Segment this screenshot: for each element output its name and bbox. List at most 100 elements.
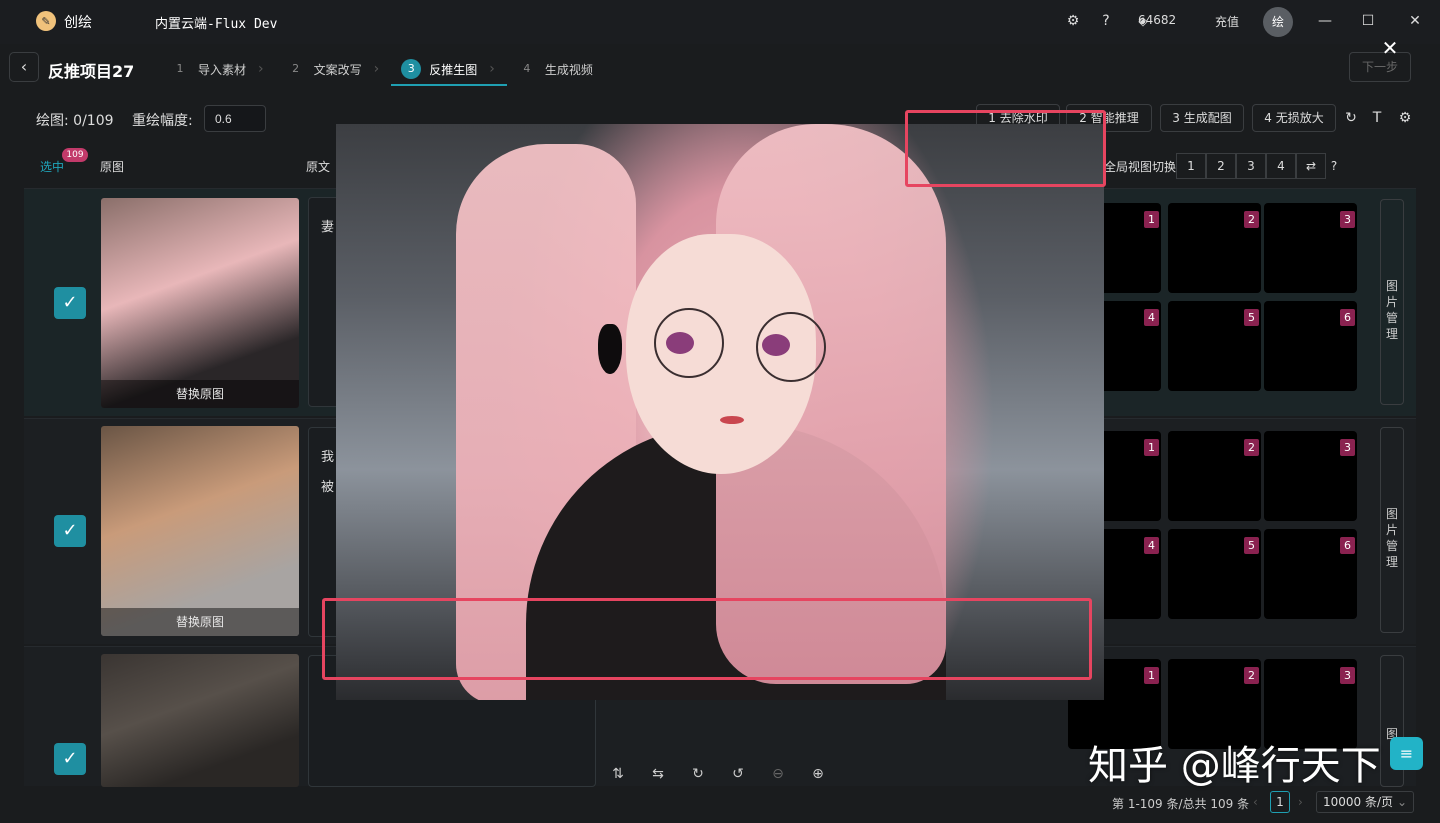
- image-manage-char: 片: [1385, 523, 1398, 537]
- credits-count: 64682: [1138, 13, 1177, 27]
- step-number: 4: [523, 62, 531, 75]
- step-tabs: 1 导入素材 › 2 文案改写 › 3 反推生图 › 4 生成视频: [160, 52, 605, 86]
- image-manage-char: 图: [1385, 279, 1398, 293]
- cell-number: 2: [1244, 667, 1259, 684]
- cell-number: 1: [1144, 439, 1159, 456]
- highlight-box-top: [905, 110, 1106, 187]
- rotate-left-icon[interactable]: ↺: [728, 764, 748, 784]
- cell-number: 3: [1340, 439, 1355, 456]
- replace-original-button[interactable]: 替换原图: [101, 380, 299, 408]
- cell-number: 2: [1244, 211, 1259, 228]
- highlight-box-bottom: [322, 598, 1092, 680]
- help-circle-icon[interactable]: ?: [1324, 156, 1344, 176]
- col-original: 原图: [100, 160, 125, 174]
- generate-image-button[interactable]: 3 生成配图: [1160, 104, 1244, 132]
- view-option-1[interactable]: 1: [1176, 153, 1206, 179]
- swap-view-icon[interactable]: ⇄: [1296, 153, 1326, 179]
- image-manage-button[interactable]: 图 片 管 理: [1380, 199, 1404, 405]
- chevron-left-icon: ‹: [20, 57, 28, 76]
- window-close-icon[interactable]: ✕: [1404, 10, 1426, 32]
- image-manage-char: 图: [1385, 507, 1398, 521]
- step-rewrite[interactable]: 2 文案改写 ›: [276, 52, 392, 86]
- image-manage-button[interactable]: 图 片 管 理: [1380, 427, 1404, 633]
- image-manage-char: 理: [1385, 555, 1398, 569]
- view-option-3[interactable]: 3: [1236, 153, 1266, 179]
- selected-count-badge: 109: [62, 148, 88, 162]
- global-view-switch-label: 全局视图切换: [1104, 160, 1177, 174]
- cell-number: 1: [1144, 211, 1159, 228]
- grid-cell[interactable]: 2: [1168, 431, 1261, 521]
- step-label: 文案改写: [313, 62, 362, 77]
- grid-cell[interactable]: 6: [1264, 529, 1357, 619]
- project-title: 反推项目27: [48, 62, 135, 81]
- row-checkbox[interactable]: ✓: [54, 287, 86, 319]
- grid-cell[interactable]: 5: [1168, 301, 1261, 391]
- cell-number: 3: [1340, 211, 1355, 228]
- close-preview-icon[interactable]: ✕: [1380, 38, 1400, 58]
- text-fragment: 被: [321, 480, 335, 495]
- page-size-value: 10000 条/页: [1323, 795, 1394, 809]
- original-image[interactable]: 替换原图: [101, 426, 299, 636]
- avatar[interactable]: 绘: [1263, 7, 1293, 37]
- menu-list-icon[interactable]: ≡: [1390, 737, 1423, 770]
- original-image[interactable]: [101, 654, 299, 787]
- current-page[interactable]: 1: [1270, 791, 1290, 813]
- zoom-out-icon[interactable]: ⊖: [768, 764, 788, 784]
- cell-number: 3: [1340, 667, 1355, 684]
- zoom-in-icon[interactable]: ⊕: [808, 764, 828, 784]
- app-logo-icon: ✎: [36, 11, 56, 31]
- cell-number: 2: [1244, 439, 1259, 456]
- rotate-right-icon[interactable]: ↻: [688, 764, 708, 784]
- refresh-icon[interactable]: ↻: [1341, 108, 1361, 128]
- cell-number: 5: [1244, 309, 1259, 326]
- original-image[interactable]: 替换原图: [101, 198, 299, 408]
- recharge-button[interactable]: 充值: [1215, 13, 1239, 30]
- prev-page-icon[interactable]: ‹: [1253, 795, 1258, 809]
- flip-vertical-icon[interactable]: ⇅: [608, 764, 628, 784]
- image-manage-char: 管: [1385, 539, 1398, 553]
- cell-number: 5: [1244, 537, 1259, 554]
- preview-toolbar: ⇅ ⇆ ↻ ↺ ⊖ ⊕: [608, 764, 828, 784]
- flip-horizontal-icon[interactable]: ⇆: [648, 764, 668, 784]
- step-video[interactable]: 4 生成视频: [507, 52, 605, 86]
- chevron-down-icon: ⌄: [1396, 795, 1407, 809]
- chevron-right-icon: ›: [489, 61, 495, 77]
- step-import[interactable]: 1 导入素材 ›: [160, 52, 276, 86]
- preview-earring: [598, 324, 622, 374]
- row-checkbox[interactable]: ✓: [54, 743, 86, 775]
- step-reverse-image[interactable]: 3 反推生图 ›: [391, 52, 507, 86]
- cell-number: 1: [1144, 667, 1159, 684]
- maximize-icon[interactable]: ☐: [1357, 10, 1379, 32]
- grid-cell[interactable]: 3: [1264, 431, 1357, 521]
- text-fragment: 我: [321, 450, 335, 465]
- redraw-strength-input[interactable]: [204, 105, 266, 132]
- settings-gear-icon[interactable]: ⚙: [1064, 12, 1082, 30]
- col-selected[interactable]: 选中: [40, 158, 64, 175]
- upscale-button[interactable]: 4 无损放大: [1252, 104, 1336, 132]
- grid-cell[interactable]: 2: [1168, 203, 1261, 293]
- row-checkbox[interactable]: ✓: [54, 515, 86, 547]
- page-size-select[interactable]: 10000 条/页 ⌄: [1316, 791, 1414, 813]
- view-option-2[interactable]: 2: [1206, 153, 1236, 179]
- view-option-4[interactable]: 4: [1266, 153, 1296, 179]
- minimize-icon[interactable]: —: [1314, 10, 1336, 32]
- app-name: 创绘: [64, 15, 92, 31]
- back-button[interactable]: ‹: [9, 52, 39, 82]
- engine-selector[interactable]: 内置云端-Flux Dev: [155, 13, 277, 32]
- image-manage-char: 管: [1385, 311, 1398, 325]
- settings-icon[interactable]: ⚙: [1395, 108, 1415, 128]
- image-manage-char: 片: [1385, 295, 1398, 309]
- grid-cell[interactable]: 6: [1264, 301, 1357, 391]
- step-number: 3: [401, 59, 422, 79]
- step-label: 反推生图: [429, 62, 478, 77]
- text-fragment: 妻: [321, 220, 335, 235]
- next-page-icon[interactable]: ›: [1298, 795, 1303, 809]
- help-icon[interactable]: ?: [1097, 12, 1115, 30]
- text-format-icon[interactable]: T: [1367, 108, 1387, 128]
- col-text: 原文: [306, 160, 331, 174]
- grid-cell[interactable]: 3: [1264, 203, 1357, 293]
- cell-number: 4: [1144, 309, 1159, 326]
- replace-original-button[interactable]: 替换原图: [101, 608, 299, 636]
- grid-cell[interactable]: 5: [1168, 529, 1261, 619]
- redraw-label: 重绘幅度:: [132, 113, 193, 129]
